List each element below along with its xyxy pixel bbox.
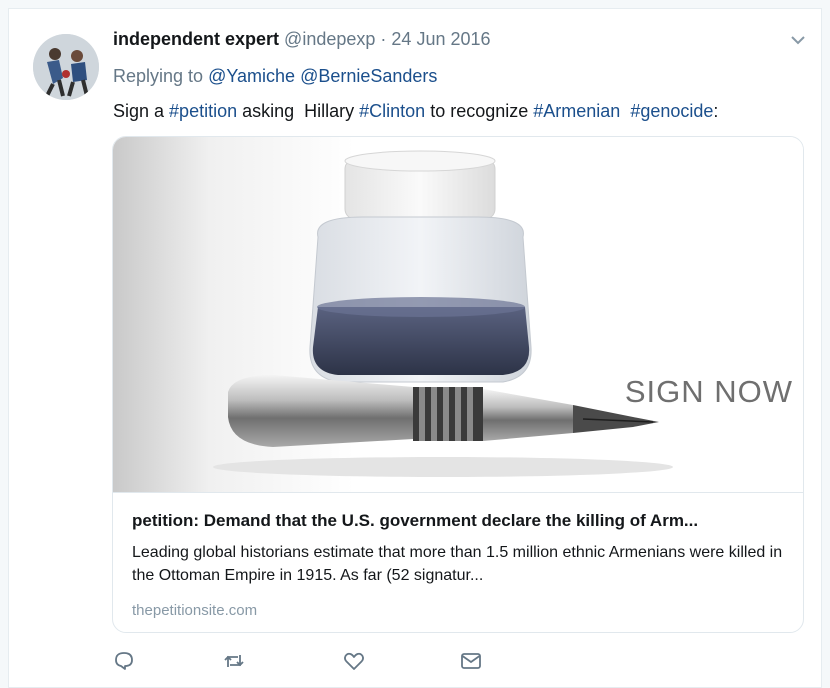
- message-icon[interactable]: [459, 649, 483, 673]
- mention-berniesanders[interactable]: @BernieSanders: [300, 66, 437, 86]
- retweet-icon[interactable]: [222, 649, 246, 673]
- separator: ·: [380, 29, 387, 49]
- avatar[interactable]: [33, 34, 99, 100]
- mention-yamiche[interactable]: @Yamiche: [208, 66, 295, 86]
- text-segment: asking Hillary: [237, 101, 360, 121]
- tweet[interactable]: independent expert @indepexp · 24 Jun 20…: [8, 8, 822, 688]
- chevron-down-icon[interactable]: [789, 31, 807, 49]
- card-title[interactable]: petition: Demand that the U.S. governmen…: [132, 511, 698, 531]
- hashtag-clinton[interactable]: #Clinton: [359, 101, 425, 121]
- card-domain[interactable]: thepetitionsite.com: [132, 602, 257, 619]
- like-icon[interactable]: [342, 649, 366, 673]
- tweet-text: Sign a #petition asking Hillary #Clinton…: [113, 101, 718, 122]
- link-card[interactable]: SIGN NOW petition: Demand that the U.S. …: [112, 136, 804, 633]
- timestamp[interactable]: 24 Jun 2016: [391, 29, 490, 49]
- card-image[interactable]: SIGN NOW: [113, 137, 803, 492]
- card-description: Leading global historians estimate that …: [132, 544, 783, 584]
- tweet-actions: [9, 649, 823, 679]
- hashtag-genocide[interactable]: #genocide: [630, 101, 713, 121]
- text-segment: :: [713, 101, 719, 121]
- sign-now-overlay: SIGN NOW: [624, 374, 793, 409]
- tweet-header: independent expert @indepexp · 24 Jun 20…: [113, 29, 491, 50]
- reply-prefix: Replying to: [113, 66, 204, 86]
- hashtag-armenian[interactable]: #Armenian: [533, 101, 620, 121]
- reply-context: Replying to @Yamiche @BernieSanders: [113, 66, 437, 87]
- card-body[interactable]: petition: Demand that the U.S. governmen…: [113, 492, 803, 632]
- avatar-image: [33, 34, 99, 100]
- hashtag-petition[interactable]: #petition: [169, 101, 237, 121]
- text-segment: to recognize: [425, 101, 534, 121]
- reply-icon[interactable]: [112, 649, 136, 673]
- pen-and-ink-illustration: [213, 150, 673, 477]
- user-handle[interactable]: @indepexp: [284, 29, 375, 49]
- display-name[interactable]: independent expert: [113, 29, 279, 49]
- text-segment: Sign a: [113, 101, 170, 121]
- text-segment: [620, 101, 630, 121]
